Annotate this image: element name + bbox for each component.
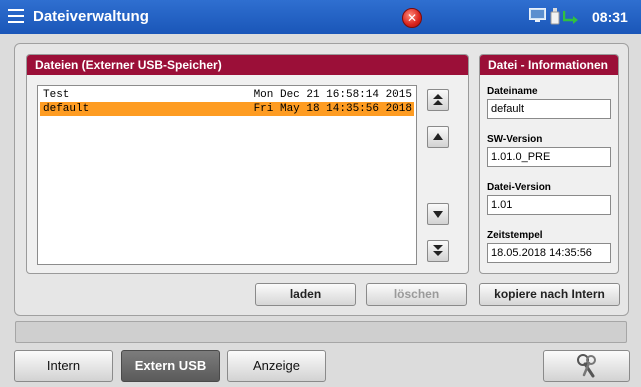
scroll-top-icon — [433, 94, 443, 105]
load-button[interactable]: laden — [255, 283, 356, 306]
delete-button[interactable]: löschen — [366, 283, 467, 306]
file-version-field: 1.01 — [487, 195, 611, 215]
tab-display[interactable]: Anzeige — [227, 350, 326, 382]
status-bar — [15, 321, 627, 343]
scroll-top-button[interactable] — [427, 89, 449, 111]
scroll-up-button[interactable] — [427, 126, 449, 148]
file-version-label: Datei-Version — [487, 182, 551, 193]
title-bar: Dateiverwaltung ✕ 08:31 — [0, 0, 641, 34]
file-row-default[interactable]: default Fri May 18 14:35:56 2018 — [40, 102, 414, 116]
app-title: Dateiverwaltung — [33, 8, 149, 25]
scroll-bottom-button[interactable] — [427, 240, 449, 262]
scroll-up-icon — [433, 133, 443, 140]
tab-intern[interactable]: Intern — [14, 350, 113, 382]
file-date: Fri May 18 14:35:56 2018 — [253, 103, 412, 115]
usb-arrow-icon — [563, 11, 578, 24]
error-x-icon[interactable]: ✕ — [402, 8, 422, 28]
scroll-down-button[interactable] — [427, 203, 449, 225]
hamburger-menu-icon[interactable] — [8, 9, 24, 23]
scroll-down-icon — [433, 211, 443, 218]
file-date: Mon Dec 21 16:58:14 2015 — [253, 89, 412, 101]
sw-version-field: 1.01.0_PRE — [487, 147, 611, 167]
clock: 08:31 — [592, 9, 628, 25]
copy-to-internal-button[interactable]: kopiere nach Intern — [479, 283, 620, 306]
file-info-header: Datei - Informationen — [480, 55, 618, 75]
file-name: Test — [43, 89, 70, 101]
filename-field: default — [487, 99, 611, 119]
file-list[interactable]: Test Mon Dec 21 16:58:14 2015 default Fr… — [37, 85, 417, 265]
timestamp-field: 18.05.2018 14:35:56 — [487, 243, 611, 263]
filename-label: Dateiname — [487, 86, 538, 97]
file-name: default — [43, 103, 90, 115]
files-panel-header: Dateien (Externer USB-Speicher) — [27, 55, 468, 75]
scroll-bottom-icon — [433, 245, 443, 256]
tools-button[interactable] — [543, 350, 630, 382]
sw-version-label: SW-Version — [487, 134, 543, 145]
tab-extern-usb[interactable]: Extern USB — [121, 350, 220, 382]
usb-stick-icon — [550, 8, 560, 25]
monitor-icon — [529, 8, 546, 22]
timestamp-label: Zeitstempel — [487, 230, 543, 241]
wrench-icon — [576, 354, 596, 378]
file-row-test[interactable]: Test Mon Dec 21 16:58:14 2015 — [40, 88, 414, 102]
